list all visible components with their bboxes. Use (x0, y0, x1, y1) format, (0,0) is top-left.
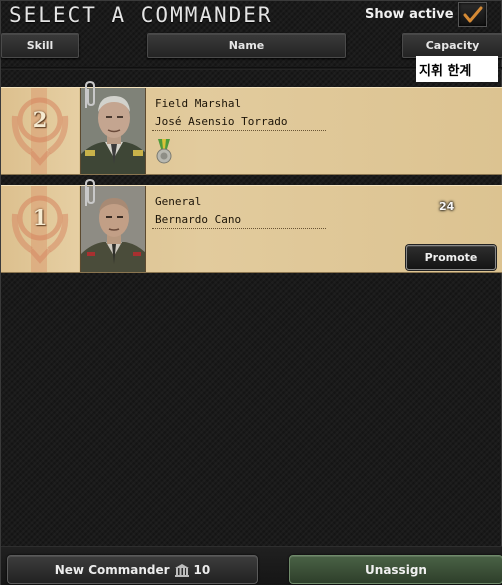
new-commander-label: New Commander (54, 562, 170, 577)
skill-panel: 1 (1, 186, 79, 272)
sort-capacity-button[interactable]: Capacity (402, 33, 502, 58)
paperclip-icon (85, 178, 95, 206)
unassign-button[interactable]: Unassign (289, 555, 502, 584)
skill-panel: 2 (1, 88, 79, 174)
new-commander-cost: 10 (193, 562, 211, 577)
skill-level: 2 (32, 106, 48, 132)
show-active-checkbox[interactable] (458, 2, 487, 27)
sort-skill-button[interactable]: Skill (1, 33, 79, 58)
commander-rank: Field Marshal (155, 97, 242, 110)
commander-capacity: 24 (439, 200, 455, 213)
commander-card[interactable]: 1 General Bernardo Cano 24 Promote (1, 178, 502, 273)
commander-selection-panel: Select a Commander Show active Skill Nam… (0, 0, 502, 585)
panel-title: Select a Commander (9, 3, 273, 27)
commander-name: José Asensio Torrado (155, 115, 288, 128)
commander-name: Bernardo Cano (155, 213, 242, 226)
check-icon (463, 6, 483, 23)
commander-rank: General (155, 195, 202, 208)
skill-level: 1 (32, 204, 48, 230)
name-underline (152, 130, 326, 131)
commander-card[interactable]: 2 Field Marshal José Asensio Torrado (1, 80, 502, 175)
capacity-tooltip: 지휘 한계 (416, 56, 498, 82)
paperclip-icon (85, 80, 95, 108)
sort-name-button[interactable]: Name (147, 33, 346, 58)
medal-icon (156, 139, 172, 164)
command-power-icon (174, 563, 189, 577)
show-active-label: Show active (365, 7, 454, 22)
name-underline (152, 228, 326, 229)
new-commander-button[interactable]: New Commander 10 (7, 555, 258, 584)
promote-button[interactable]: Promote (406, 245, 496, 270)
